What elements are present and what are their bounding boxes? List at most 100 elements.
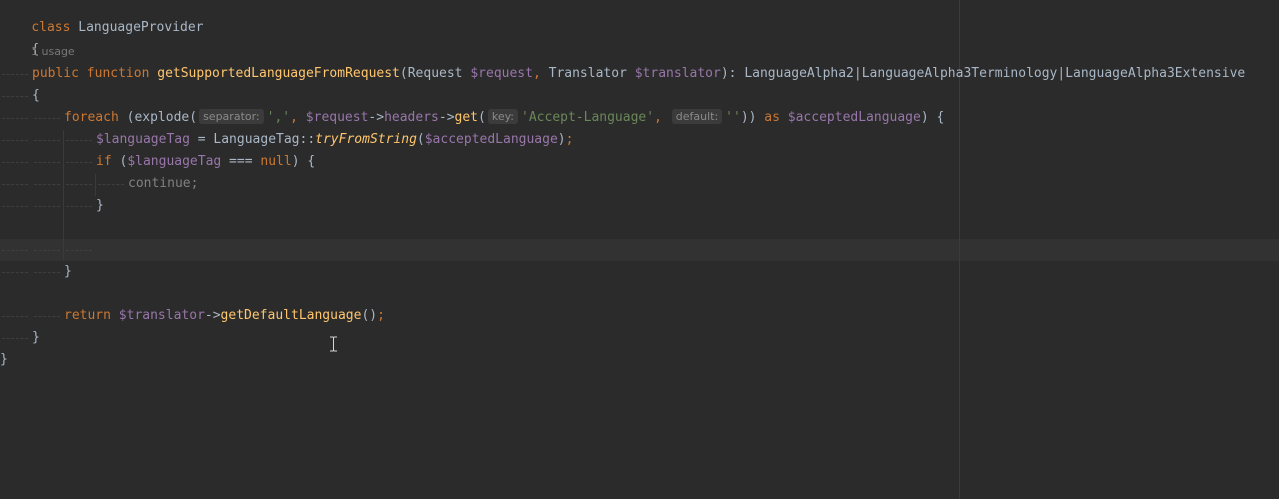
string-literal: ',' (266, 110, 291, 125)
paren: ( (399, 66, 408, 81)
method-call: getDefaultLanguage (220, 308, 362, 323)
close-brace: } (96, 198, 104, 213)
property: headers (384, 110, 439, 125)
open-brace: { (32, 88, 40, 103)
paren: ( (111, 154, 128, 169)
variable: $languageTag (127, 154, 222, 169)
close-brace: } (0, 352, 8, 367)
semicolon: ; (377, 308, 385, 323)
indent (32, 240, 64, 260)
comparison-operator: === (221, 154, 261, 169)
code-line-8[interactable]: continue; (0, 174, 198, 194)
comma: , (290, 110, 298, 125)
arrow-operator: -> (438, 110, 455, 125)
current-line-highlight (0, 239, 1279, 261)
paren-brace: ) { (920, 110, 945, 125)
arrow-operator: -> (368, 110, 385, 125)
class-name: LanguageProvider (78, 20, 204, 35)
indent (0, 306, 32, 326)
semicolon: ; (565, 132, 574, 147)
code-line-13[interactable]: return $translator->getDefaultLanguage()… (0, 306, 385, 326)
indent (64, 240, 96, 260)
indent (0, 130, 32, 150)
code-line-4[interactable]: { (0, 86, 40, 106)
keyword-return: return (64, 308, 111, 323)
keyword-if: if (96, 154, 112, 169)
keyword-public: public (32, 66, 79, 81)
paren-brace: ) { (291, 154, 316, 169)
indent (64, 196, 96, 216)
arrow-operator: -> (204, 308, 221, 323)
paren: ): (720, 66, 737, 81)
variable: $languageTag (96, 132, 190, 147)
method-call: get (454, 110, 479, 125)
indent (64, 130, 96, 150)
indent (0, 240, 32, 260)
keyword-null: null (260, 154, 292, 169)
code-line-10[interactable] (0, 240, 96, 260)
indent (32, 130, 64, 150)
code-line-2[interactable]: { (0, 20, 39, 57)
type-hint: Translator (548, 66, 627, 81)
type-hint: Request (407, 66, 463, 81)
paren: )) (740, 110, 757, 125)
paren: () (361, 308, 378, 323)
paren: ( (478, 110, 486, 125)
static-operator: :: (299, 132, 316, 147)
method-name: getSupportedLanguageFromRequest (157, 66, 400, 81)
param-hint-key: key: (487, 109, 519, 124)
string-literal: '' (725, 110, 741, 125)
variable: $acceptedLanguage (424, 132, 558, 147)
close-brace: } (32, 330, 40, 345)
usage-hint[interactable]: 1 usage (31, 44, 75, 60)
indent (0, 328, 32, 348)
code-line-5[interactable]: foreach (explode(separator: ',', $request… (0, 108, 944, 128)
indent (32, 196, 64, 216)
indent (96, 174, 128, 194)
paren: ) (557, 132, 566, 147)
indent (64, 174, 96, 194)
indent (0, 108, 32, 128)
code-line-7[interactable]: if ($languageTag === null) { (0, 152, 315, 172)
indent (0, 152, 32, 172)
code-line-6[interactable]: $languageTag = LanguageTag::tryFromStrin… (0, 130, 573, 150)
keyword-function: function (86, 66, 150, 81)
code-line-14[interactable]: } (0, 328, 40, 348)
static-method-call: tryFromString (315, 132, 417, 147)
indent (0, 196, 32, 216)
code-line-15[interactable]: } (0, 350, 8, 370)
close-brace: } (64, 264, 72, 279)
code-line-11[interactable]: } (0, 262, 72, 282)
indent (32, 152, 64, 172)
indent (0, 86, 32, 106)
indent (0, 174, 32, 194)
indent (32, 306, 64, 326)
return-type: LanguageAlpha2|LanguageAlpha3Terminology… (744, 66, 1246, 81)
indent (64, 152, 96, 172)
variable: $acceptedLanguage (787, 110, 921, 125)
string-literal: 'Accept-Language' (521, 110, 655, 125)
comma: , (532, 66, 541, 81)
indent (32, 174, 64, 194)
variable: $translator (118, 308, 205, 323)
keyword-foreach: foreach (64, 110, 119, 125)
code-editor[interactable]: class LanguageProvider { 1 usage public … (0, 0, 1279, 499)
variable: $request (305, 110, 369, 125)
keyword-as: as (764, 110, 780, 125)
code-line-9[interactable]: } (0, 196, 104, 216)
keyword-continue: continue; (128, 176, 199, 191)
code-line-1[interactable]: class LanguageProvider (0, 0, 203, 35)
comma: , (654, 110, 662, 125)
param-variable: $translator (634, 66, 721, 81)
param-hint-default: default: (671, 109, 723, 124)
text-cursor-icon (330, 336, 337, 352)
indent (32, 262, 64, 282)
paren: ( (416, 132, 425, 147)
indent (0, 64, 32, 84)
indent (32, 108, 64, 128)
indent (0, 262, 32, 282)
assign-operator: = (189, 132, 214, 147)
param-variable: $request (470, 66, 533, 81)
call-explode: (explode( (126, 110, 198, 125)
code-line-3[interactable]: public function getSupportedLanguageFrom… (0, 64, 1245, 84)
